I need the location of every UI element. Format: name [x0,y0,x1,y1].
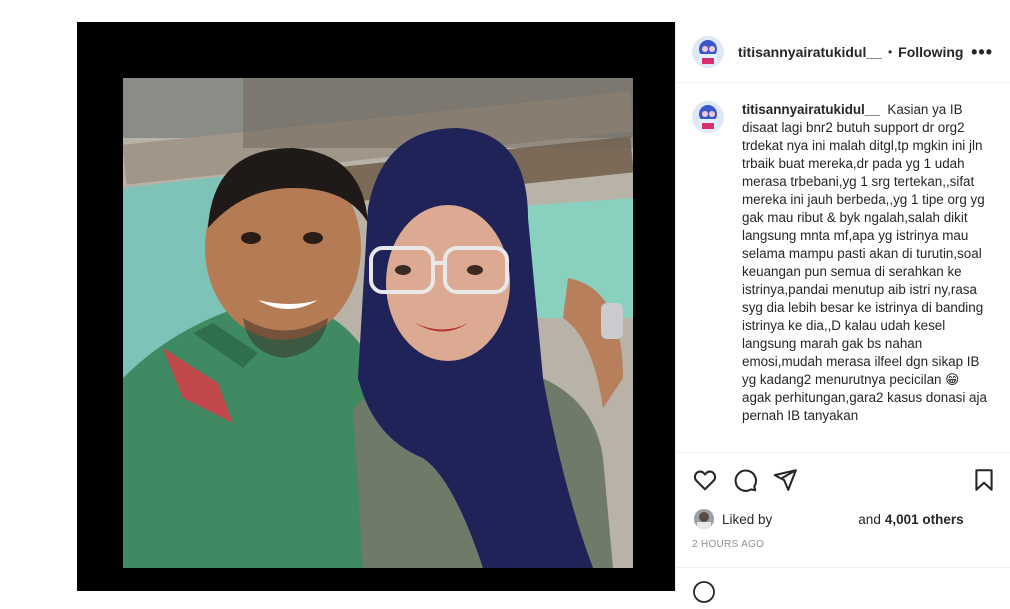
heart-icon[interactable] [692,467,718,493]
bookmark-icon[interactable] [971,467,997,493]
more-options-icon[interactable]: ••• [971,42,993,63]
post-timestamp[interactable]: 2 HOURS AGO [692,539,764,550]
page-background [0,0,77,591]
post-header: titisannyairatukidul__ • Following ••• [676,22,1010,83]
post-photo[interactable] [123,78,633,568]
caption-username[interactable]: titisannyairatukidul__ [742,102,880,117]
caption-body: Kasian ya IB disaat lagi bnr2 butuh supp… [742,102,987,423]
comment-icon[interactable] [732,467,758,493]
share-icon[interactable] [772,467,798,493]
caption-area: titisannyairatukidul__ Kasian ya IB disa… [676,83,1010,451]
likes-summary: Liked by and 4,001 others [694,508,964,530]
selfie-photo-image [123,78,633,568]
liker-avatar[interactable] [694,509,714,529]
user-avatar[interactable] [692,36,724,68]
caption-text: titisannyairatukidul__ Kasian ya IB disa… [742,101,990,425]
divider [676,567,1010,568]
post-side-panel: titisannyairatukidul__ • Following ••• t… [675,22,1010,603]
emoji-icon[interactable] [692,580,716,609]
post-media-panel [77,22,675,591]
likes-and: and [858,511,881,527]
likes-count[interactable]: 4,001 others [885,512,964,527]
separator-dot: • [887,45,893,59]
avatar-image [692,36,724,68]
liker-avatar-image [694,509,714,529]
post-author-username[interactable]: titisannyairatukidul__ [738,44,882,60]
divider [676,452,1010,453]
caption-avatar[interactable] [692,101,724,133]
avatar-image [692,101,724,133]
action-bar [676,462,1010,496]
following-button[interactable]: Following [898,44,963,60]
liked-by-label: Liked by [722,511,773,527]
